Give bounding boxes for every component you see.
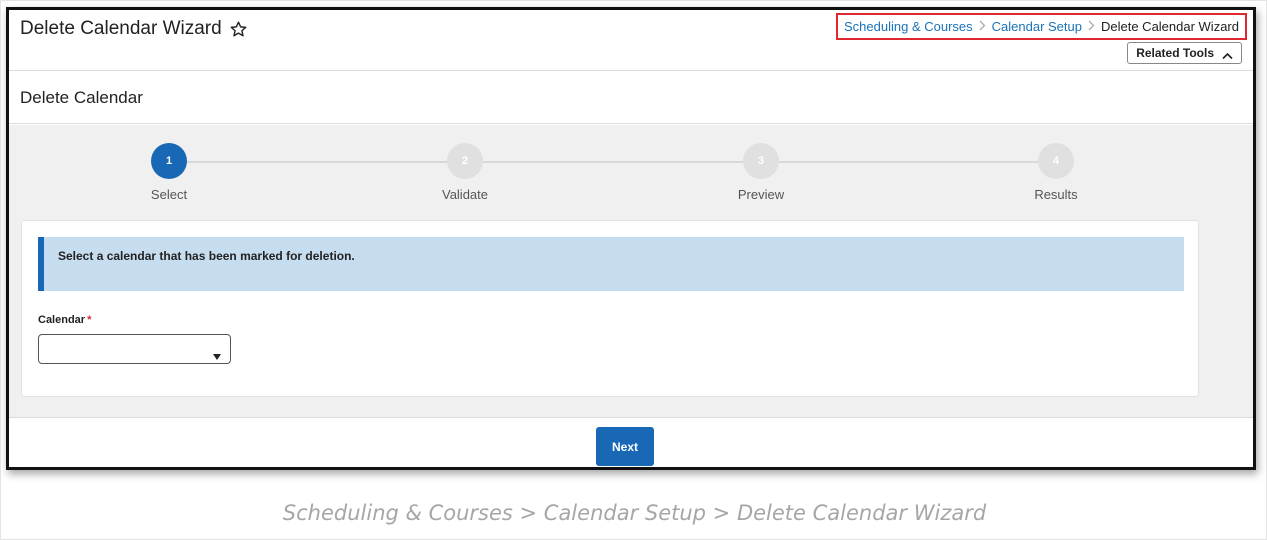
star-icon[interactable] [229,20,248,39]
related-tools-label: Related Tools [1136,46,1214,60]
required-marker: * [87,314,92,326]
caret-down-icon [213,347,221,360]
section-title: Delete Calendar [20,88,143,107]
chevron-right-icon [1088,19,1095,34]
next-button[interactable]: Next [596,427,654,466]
step-number: 1 [151,143,187,179]
step-validate: 2 Validate [405,143,525,202]
step-label: Results [1034,187,1078,202]
step-number: 3 [743,143,779,179]
section-header: Delete Calendar [9,72,1253,124]
info-message: Select a calendar that has been marked f… [58,249,355,263]
calendar-field-label: Calendar * [38,314,91,326]
chevron-right-icon [979,19,986,34]
breadcrumb: Scheduling & Courses Calendar Setup Dele… [836,13,1247,40]
step-select[interactable]: 1 Select [109,143,229,202]
image-caption: Scheduling & Courses > Calendar Setup > … [282,501,987,525]
calendar-select[interactable] [38,334,231,364]
wizard-body: 1 Select 2 Validate 3 Preview 4 Results [9,125,1253,417]
step-label: Validate [441,187,488,202]
form-card: Select a calendar that has been marked f… [21,220,1199,397]
info-banner: Select a calendar that has been marked f… [38,237,1184,291]
breadcrumb-scheduling-courses[interactable]: Scheduling & Courses [844,19,973,34]
step-preview: 3 Preview [701,143,821,202]
page-header: Delete Calendar Wizard Scheduling & Cour… [9,10,1253,71]
breadcrumb-calendar-setup[interactable]: Calendar Setup [992,19,1082,34]
wizard-footer: Next [9,417,1253,467]
related-tools-button[interactable]: Related Tools [1127,42,1242,64]
page-frame: Delete Calendar Wizard Scheduling & Cour… [0,0,1267,540]
step-label: Preview [737,187,785,202]
page-title: Delete Calendar Wizard [20,18,222,39]
title-wrap: Delete Calendar Wizard [20,18,248,40]
wizard-stepper: 1 Select 2 Validate 3 Preview 4 Results [9,143,1253,207]
step-results: 4 Results [996,143,1116,202]
calendar-label: Calendar [38,314,86,326]
step-number: 2 [447,143,483,179]
app-window: Delete Calendar Wizard Scheduling & Cour… [6,7,1256,470]
breadcrumb-current: Delete Calendar Wizard [1100,19,1239,34]
step-number: 4 [1038,143,1074,179]
step-label: Select [150,187,188,202]
chevron-up-icon [1222,49,1233,60]
